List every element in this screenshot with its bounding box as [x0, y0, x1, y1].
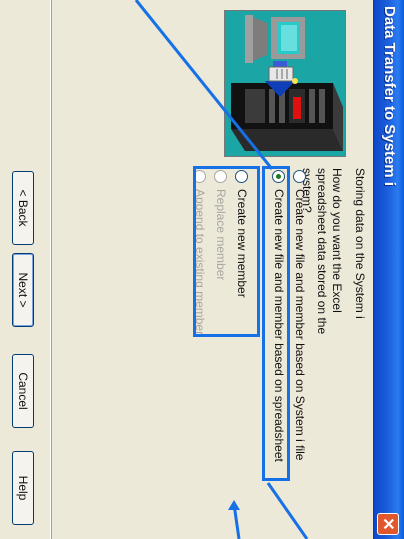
radio-file-from-system-i[interactable]: Create new file and member based on Syst… [292, 170, 308, 460]
computer-icon [245, 15, 305, 63]
button-separator [50, 0, 52, 539]
callout-arrowhead [228, 500, 240, 510]
next-button[interactable]: Next > [12, 253, 34, 327]
radio-label: Create new file and member based on Syst… [293, 189, 307, 461]
close-icon: ✕ [379, 517, 396, 531]
callout-arrow-line [232, 503, 241, 539]
data-transfer-dialog: Data Transfer to System i ✕ Storing data… [0, 0, 404, 539]
server-icon [231, 83, 343, 151]
close-button[interactable]: ✕ [377, 513, 399, 535]
page-heading: Storing data on the System i [353, 168, 367, 319]
system-i-transfer-illustration [224, 10, 346, 157]
cancel-button[interactable]: Cancel [12, 354, 34, 428]
highlight-box-spreadsheet-option [262, 166, 290, 481]
highlight-box-member-options [193, 166, 260, 337]
title-bar: Data Transfer to System i ✕ [373, 0, 404, 539]
illustration-graphic [225, 11, 345, 156]
window-title: Data Transfer to System i [381, 6, 398, 187]
help-button[interactable]: Help [12, 451, 34, 525]
callout-line-spreadsheet [266, 482, 309, 539]
back-button[interactable]: < Back [12, 171, 34, 245]
radio-circle[interactable] [293, 170, 307, 183]
